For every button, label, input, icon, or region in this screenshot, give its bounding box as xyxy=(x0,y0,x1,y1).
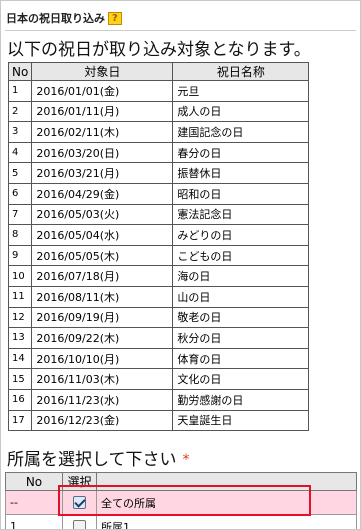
holiday-date: 2016/07/18(月) xyxy=(31,265,174,287)
holiday-name: 海の日 xyxy=(172,265,310,287)
holiday-name: 憲法記念日 xyxy=(172,203,310,226)
holiday-row: 12 2016/09/19(月) 敬老の日 xyxy=(7,306,310,329)
holiday-no: 14 xyxy=(7,347,33,370)
page-title: 日本の祝日取り込み xyxy=(6,12,105,25)
holiday-name: 天皇誕生日 xyxy=(172,409,310,432)
holiday-row: 6 2016/04/29(金) 昭和の日 xyxy=(7,182,310,205)
holiday-no: 2 xyxy=(7,100,33,123)
holiday-row: 2 2016/01/11(月) 成人の日 xyxy=(7,100,310,123)
holiday-name: 成人の日 xyxy=(172,100,310,123)
title-divider xyxy=(5,30,356,31)
holiday-name: 秋分の日 xyxy=(172,327,310,349)
holiday-no: 16 xyxy=(7,388,33,411)
holiday-date: 2016/02/11(木) xyxy=(31,121,174,143)
holiday-row: 13 2016/09/22(木) 秋分の日 xyxy=(7,327,310,349)
holiday-row: 3 2016/02/11(木) 建国記念の日 xyxy=(7,121,310,143)
holiday-no: 6 xyxy=(7,182,33,205)
holiday-no: 8 xyxy=(7,224,33,246)
holiday-no: 10 xyxy=(7,265,33,287)
department-table-body: -- 全ての所属 1 所属1 xyxy=(5,490,357,529)
holiday-row: 14 2016/10/10(月) 体育の日 xyxy=(7,347,310,370)
holiday-no: 3 xyxy=(7,121,33,143)
department-heading-row: 所属を選択して下さい * xyxy=(7,450,360,470)
holiday-row: 9 2016/05/05(木) こどもの日 xyxy=(7,244,310,267)
holiday-date: 2016/05/03(火) xyxy=(31,203,174,226)
holiday-no: 4 xyxy=(7,141,33,164)
dept-col-header-no: No xyxy=(5,472,63,492)
holiday-name: 春分の日 xyxy=(172,141,310,164)
holiday-row: 11 2016/08/11(木) 山の日 xyxy=(7,285,310,308)
department-row: 1 所属1 xyxy=(5,514,357,529)
department-no: 1 xyxy=(5,514,63,529)
holiday-row: 17 2016/12/23(金) 天皇誕生日 xyxy=(7,409,310,432)
holiday-name: 元旦 xyxy=(172,80,310,102)
holiday-table-body: 1 2016/01/01(金) 元旦 2 2016/01/11(月) 成人の日 3 2016/… xyxy=(7,80,310,432)
holiday-date: 2016/12/23(金) xyxy=(31,409,174,432)
holiday-date: 2016/04/29(金) xyxy=(31,182,174,205)
holiday-name: 振替休日 xyxy=(172,162,310,184)
holiday-name: 体育の日 xyxy=(172,347,310,370)
holiday-date: 2016/11/23(水) xyxy=(31,388,174,411)
holiday-row: 16 2016/11/23(水) 勤労感謝の日 xyxy=(7,388,310,411)
holiday-date: 2016/03/20(日) xyxy=(31,141,174,164)
holiday-no: 7 xyxy=(7,203,33,226)
department-no: -- xyxy=(5,490,63,516)
holiday-date: 2016/09/22(木) xyxy=(31,327,174,349)
holiday-name: 建国記念の日 xyxy=(172,121,310,143)
holiday-date: 2016/05/05(木) xyxy=(31,244,174,267)
holiday-date: 2016/01/01(金) xyxy=(31,80,174,102)
holiday-no: 12 xyxy=(7,306,33,329)
holiday-table-header: No 対象日 祝日名称 xyxy=(7,62,310,81)
holiday-date: 2016/05/04(水) xyxy=(31,224,174,246)
department-name: 所属1 xyxy=(96,514,357,529)
department-heading: 所属を選択して下さい xyxy=(7,450,177,471)
department-table-header: No 選択 xyxy=(5,472,357,492)
holiday-date: 2016/10/10(月) xyxy=(31,347,174,370)
holiday-table: No 対象日 祝日名称 1 2016/01/01(金) 元旦 2 2016/01/11(… xyxy=(7,62,310,432)
holiday-no: 1 xyxy=(7,80,33,102)
holiday-date: 2016/11/03(木) xyxy=(31,368,174,390)
help-button[interactable]: ? xyxy=(108,11,122,25)
col-header-date: 対象日 xyxy=(31,62,174,81)
col-header-name: 祝日名称 xyxy=(172,62,310,81)
holiday-no: 17 xyxy=(7,409,33,432)
holiday-no: 9 xyxy=(7,244,33,267)
holiday-date: 2016/03/21(月) xyxy=(31,162,174,184)
holiday-row: 10 2016/07/18(月) 海の日 xyxy=(7,265,310,287)
title-bar: 日本の祝日取り込み ? xyxy=(6,8,360,28)
holiday-row: 1 2016/01/01(金) 元旦 xyxy=(7,80,310,102)
holiday-row: 5 2016/03/21(月) 振替休日 xyxy=(7,162,310,184)
holiday-no: 13 xyxy=(7,327,33,349)
holiday-no: 15 xyxy=(7,368,33,390)
holiday-name: 山の日 xyxy=(172,285,310,308)
holiday-row: 4 2016/03/20(日) 春分の日 xyxy=(7,141,310,164)
department-name: 全ての所属 xyxy=(96,490,357,516)
holiday-name: こどもの日 xyxy=(172,244,310,267)
page-frame: 日本の祝日取り込み ? 以下の祝日が取り込み対象となります。 No 対象日 祝日… xyxy=(0,0,361,530)
holiday-date: 2016/01/11(月) xyxy=(31,100,174,123)
department-select-cell xyxy=(62,514,97,529)
holiday-no: 5 xyxy=(7,162,33,184)
holiday-name: みどりの日 xyxy=(172,224,310,246)
dept-col-header-name xyxy=(96,472,357,492)
holiday-row: 7 2016/05/03(火) 憲法記念日 xyxy=(7,203,310,226)
holiday-name: 敬老の日 xyxy=(172,306,310,329)
department-select-cell xyxy=(62,490,97,516)
holiday-name: 昭和の日 xyxy=(172,182,310,205)
dept-col-header-select: 選択 xyxy=(62,472,97,492)
holiday-row: 15 2016/11/03(木) 文化の日 xyxy=(7,368,310,390)
holiday-no: 11 xyxy=(7,285,33,308)
col-header-no: No xyxy=(7,62,33,81)
holiday-heading: 以下の祝日が取り込み対象となります。 xyxy=(7,40,311,60)
holiday-row: 8 2016/05/04(水) みどりの日 xyxy=(7,224,310,246)
holiday-name: 文化の日 xyxy=(172,368,310,390)
holiday-date: 2016/08/11(木) xyxy=(31,285,174,308)
department-checkbox[interactable] xyxy=(73,520,86,529)
department-table: No 選択 -- 全ての所属 1 所属1 xyxy=(5,472,357,529)
holiday-date: 2016/09/19(月) xyxy=(31,306,174,329)
holiday-name: 勤労感謝の日 xyxy=(172,388,310,411)
required-mark: * xyxy=(182,452,190,469)
department-checkbox[interactable] xyxy=(73,496,86,510)
department-row-all: -- 全ての所属 xyxy=(5,490,357,516)
